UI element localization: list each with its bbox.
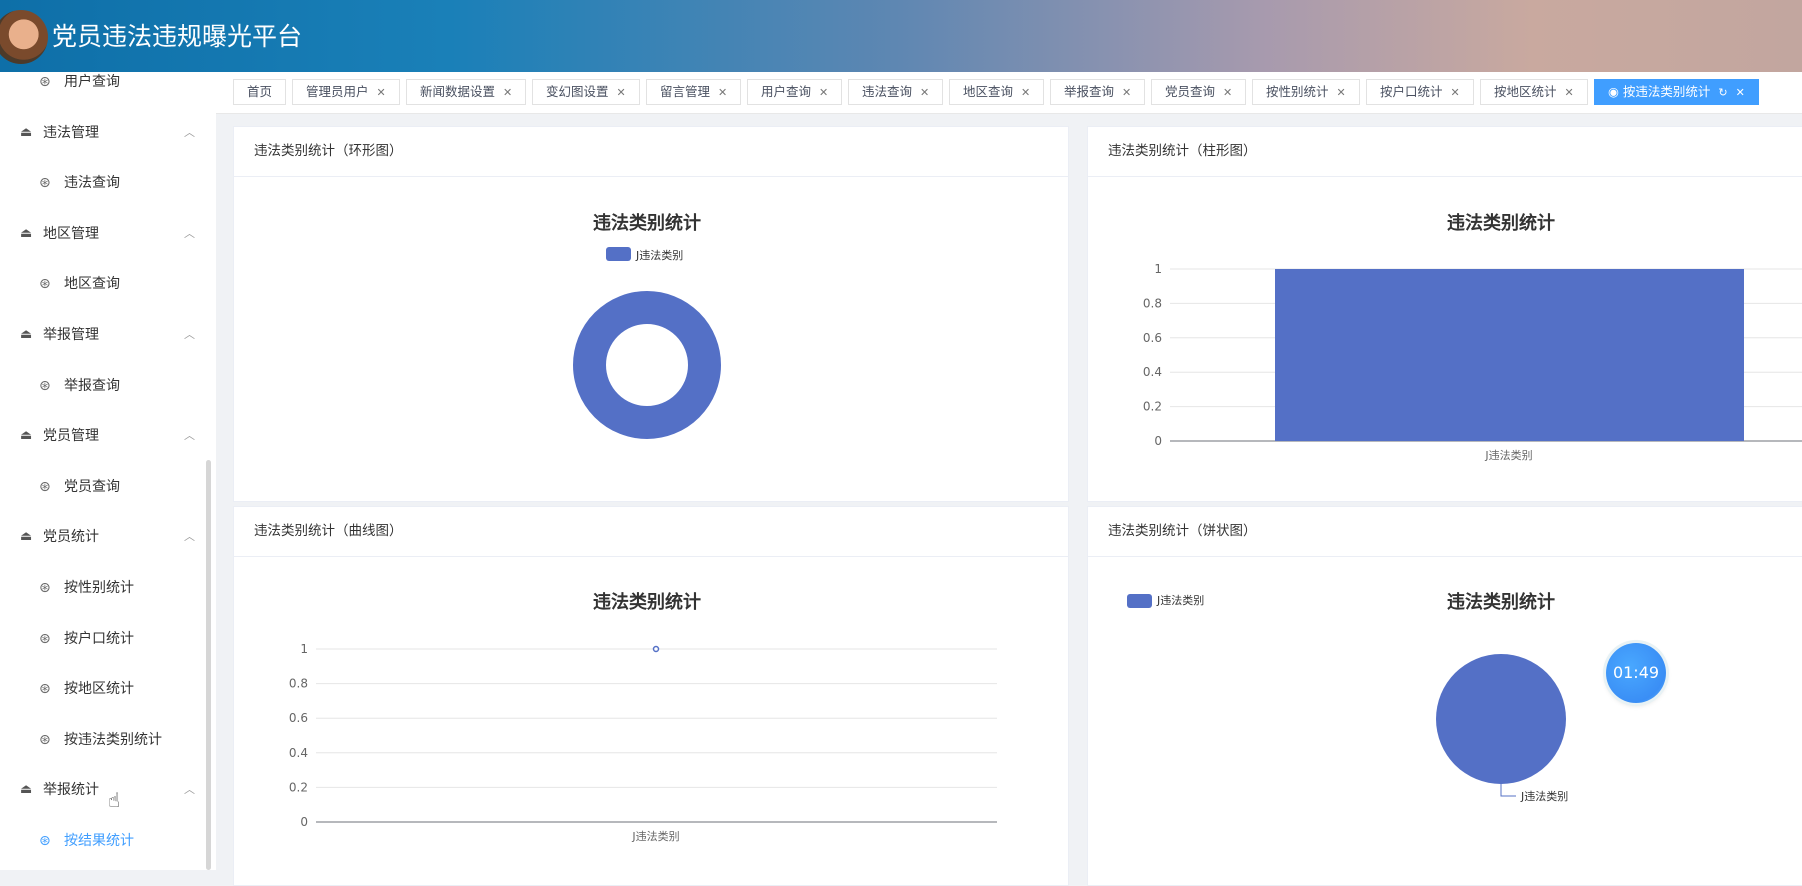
y-tick-label: 1 [300,642,308,656]
label-line [1500,784,1516,797]
y-tick-label: 0.2 [1143,400,1162,414]
legend-label: J违法类别 [1156,593,1204,607]
y-tick-label: 0 [1154,434,1162,448]
donut-slice [573,291,721,439]
legend-swatch [606,247,631,261]
x-tick-label: J违法类别 [1484,448,1532,462]
y-tick-label: 0.8 [289,677,308,691]
chart-title: 违法类别统计 [593,212,701,234]
chart-title: 违法类别统计 [1447,591,1555,613]
y-tick-label: 0.8 [1143,296,1162,310]
y-tick-label: 0.6 [289,711,308,725]
bar [1275,269,1744,441]
x-tick-label: J违法类别 [631,829,679,843]
hand-cursor-icon: ☝ [108,788,121,812]
chart-title: 违法类别统计 [593,591,701,613]
y-tick-label: 0.4 [1143,365,1162,379]
charts-layer: 违法类别统计J违法类别违法类别统计00.20.40.60.81J违法类别违法类别… [289,212,1802,843]
y-tick-label: 0 [300,815,308,829]
legend-label: J违法类别 [635,248,683,262]
y-tick-label: 1 [1154,262,1162,276]
timer-badge[interactable]: 01:49 [1606,643,1666,703]
y-tick-label: 0.4 [289,746,308,760]
line-point [652,645,660,653]
y-tick-label: 0.6 [1143,331,1162,345]
y-tick-label: 0.2 [289,780,308,794]
pie-slice [1436,654,1566,784]
legend-swatch [1127,594,1152,608]
chart-title: 违法类别统计 [1447,212,1555,234]
pie-label: J违法类别 [1520,789,1568,803]
